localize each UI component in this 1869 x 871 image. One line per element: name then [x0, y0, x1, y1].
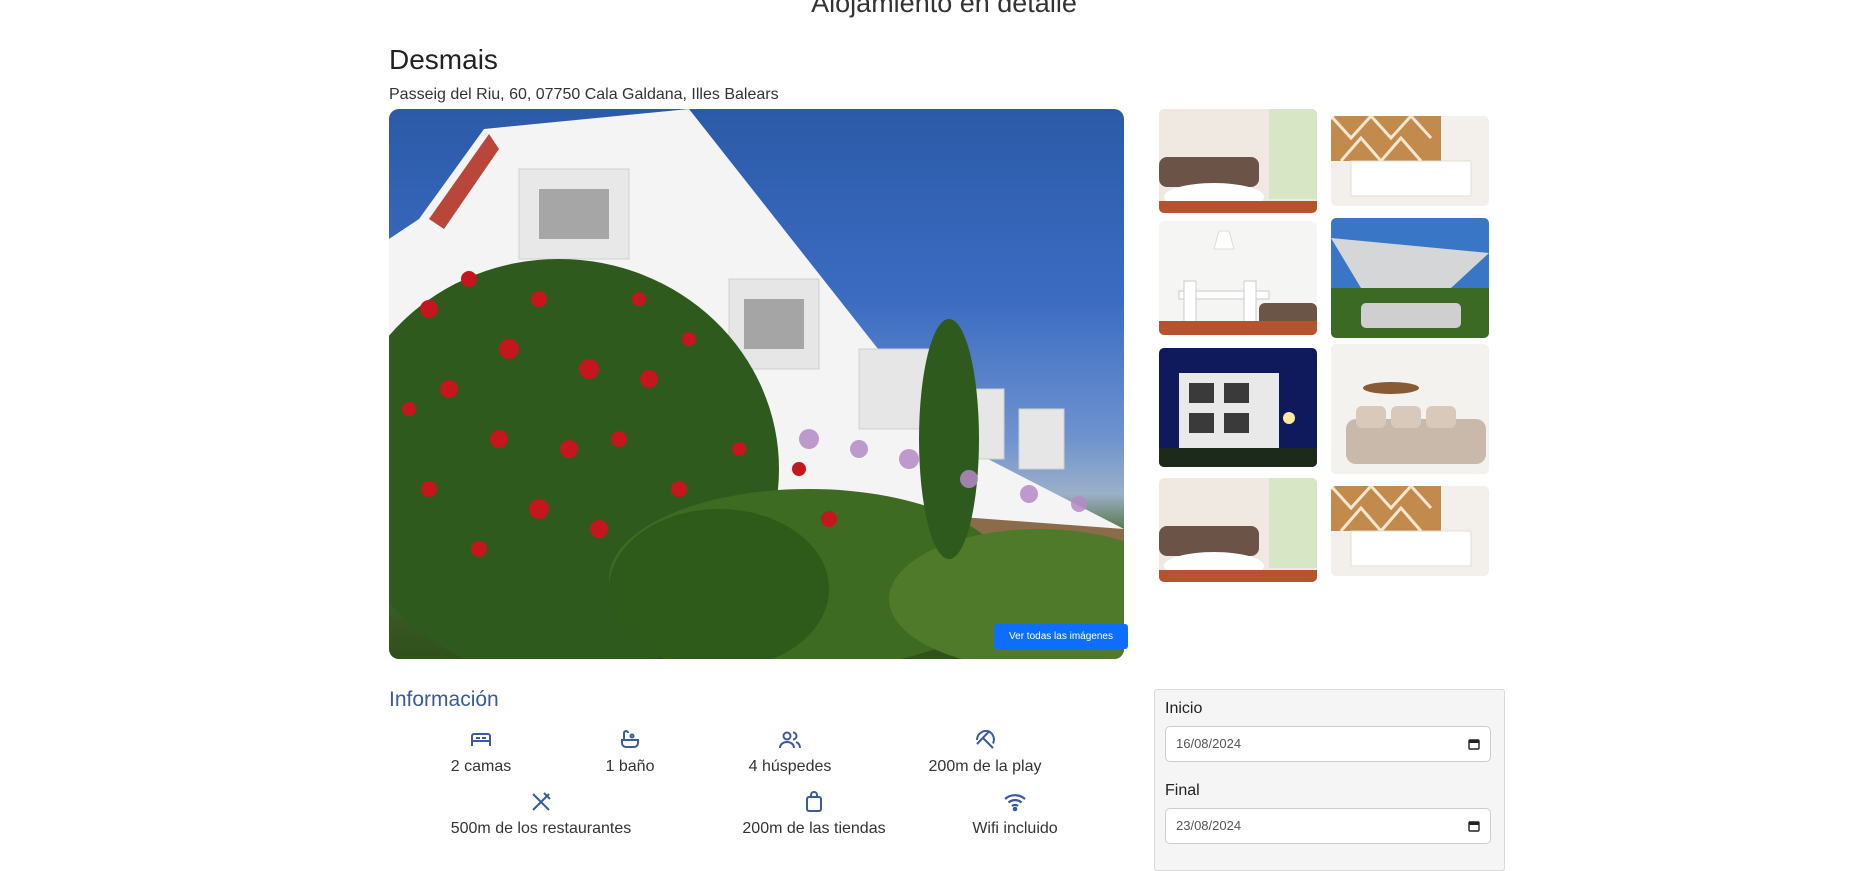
beach-umbrella-icon [975, 730, 995, 749]
amenity-label: Wifi incluido [972, 820, 1058, 837]
end-date-value: 23/08/2024 [1176, 818, 1242, 833]
amenity-label: 1 baño [605, 758, 655, 775]
amenity-label: 4 húspedes [748, 758, 832, 775]
property-address: Passeig del Riu, 60, 07750 Cala Galdana,… [389, 86, 779, 103]
page-heading: Alojamiento en detalle [811, 0, 1077, 18]
info-heading: Información [389, 688, 499, 711]
main-photo[interactable] [389, 109, 1124, 659]
gallery-thumbnail[interactable] [1331, 218, 1489, 338]
wifi-icon [1004, 794, 1026, 812]
amenity-bathroom: 1 baño [580, 728, 680, 776]
gallery-thumbnail[interactable] [1331, 344, 1489, 474]
see-all-images-button[interactable]: Ver todas las imágenes [994, 624, 1128, 649]
amenity-wifi: Wifi incluido [955, 790, 1075, 838]
amenity-guests: 4 húspedes [720, 728, 860, 776]
booking-panel: Inicio 16/08/2024 Final 23/08/2024 [1154, 689, 1505, 871]
property-name: Desmais [389, 44, 498, 75]
amenity-beds: 2 camas [421, 728, 541, 776]
calendar-icon[interactable] [1468, 738, 1480, 750]
gallery-thumbnail[interactable] [1331, 116, 1489, 206]
start-date-input[interactable]: 16/08/2024 [1165, 726, 1491, 762]
start-date-label: Inicio [1165, 700, 1203, 717]
bathtub-icon [621, 730, 639, 748]
amenity-restaurants: 500m de los restaurantes [431, 790, 651, 838]
gallery-thumbnail[interactable] [1159, 221, 1317, 335]
amenity-label: 200m de la play [928, 758, 1042, 775]
bed-icon [471, 733, 491, 746]
end-date-label: Final [1165, 782, 1200, 799]
gallery-thumbnail[interactable] [1159, 478, 1317, 582]
calendar-icon[interactable] [1468, 820, 1480, 832]
amenity-label: 2 camas [450, 758, 512, 775]
gallery-thumbnail[interactable] [1331, 486, 1489, 576]
guests-icon [779, 731, 801, 749]
amenity-label: 500m de los restaurantes [450, 820, 632, 837]
amenity-shops: 200m de las tiendas [724, 790, 904, 838]
start-date-value: 16/08/2024 [1176, 736, 1242, 751]
gallery-thumbnail[interactable] [1159, 109, 1317, 213]
gallery-thumbnail[interactable] [1159, 348, 1317, 467]
shopping-bag-icon [806, 791, 822, 812]
end-date-input[interactable]: 23/08/2024 [1165, 808, 1491, 844]
amenity-label: 200m de las tiendas [742, 820, 886, 837]
amenity-beach: 200m de la play [910, 728, 1060, 776]
restaurant-icon [532, 792, 551, 811]
